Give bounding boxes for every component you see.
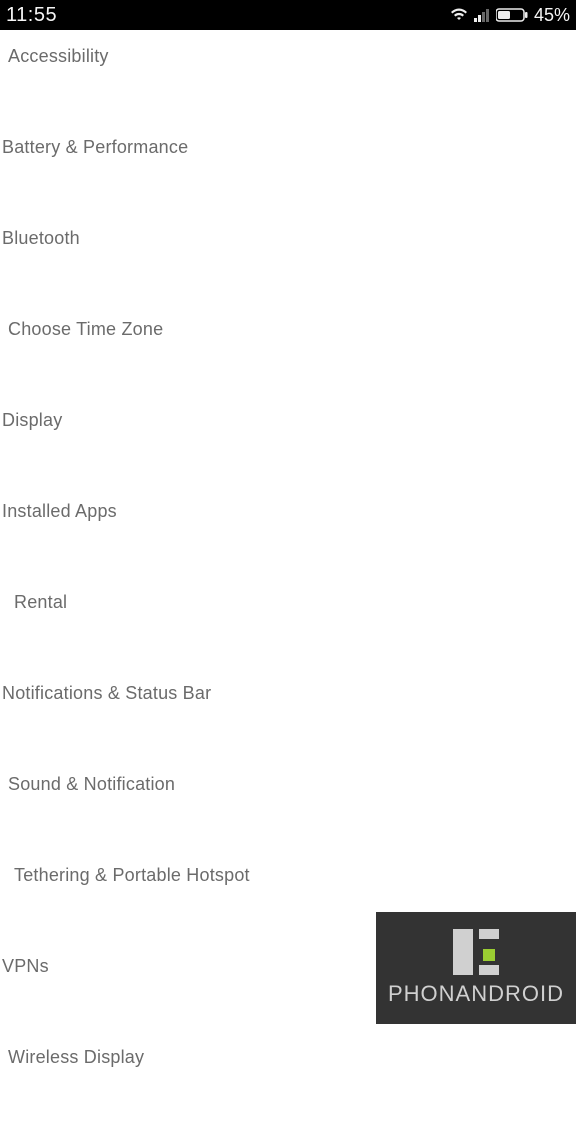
- settings-item-label: Sound & Notification: [8, 774, 175, 794]
- settings-item-choose-time-zone[interactable]: Choose Time Zone: [0, 305, 576, 396]
- settings-item-label: Installed Apps: [2, 501, 117, 521]
- settings-item-accessibility[interactable]: Accessibility: [0, 32, 576, 123]
- clock: 11:55: [6, 4, 57, 27]
- status-bar: 11:55 45%: [0, 0, 576, 30]
- settings-item-label: Display: [2, 410, 62, 430]
- settings-item-label: Rental: [14, 592, 67, 612]
- wifi-icon: [450, 8, 468, 22]
- settings-item-wireless-display[interactable]: Wireless Display: [0, 1033, 576, 1124]
- settings-item-rental[interactable]: Rental: [0, 578, 576, 669]
- settings-item-display[interactable]: Display: [0, 396, 576, 487]
- battery-icon: [496, 8, 528, 22]
- settings-item-label: Battery & Performance: [2, 137, 188, 157]
- signal-icon: [474, 8, 490, 22]
- status-bar-left: 11:55: [6, 4, 57, 27]
- settings-item-label: Tethering & Portable Hotspot: [14, 865, 250, 885]
- settings-item-sound-notification[interactable]: Sound & Notification: [0, 760, 576, 851]
- settings-item-installed-apps[interactable]: Installed Apps: [0, 487, 576, 578]
- settings-item-label: Accessibility: [8, 46, 109, 66]
- settings-item-label: Choose Time Zone: [8, 319, 163, 339]
- settings-item-label: Notifications & Status Bar: [2, 683, 211, 703]
- watermark-overlay: PHONANDROID: [376, 912, 576, 1024]
- watermark-text: PHONANDROID: [388, 981, 564, 1007]
- settings-item-label: VPNs: [2, 956, 49, 976]
- settings-item-label: Wireless Display: [8, 1047, 144, 1067]
- phonandroid-logo-icon: [453, 929, 499, 975]
- battery-percentage: 45%: [534, 5, 570, 26]
- settings-item-label: Bluetooth: [2, 228, 80, 248]
- status-bar-right: 45%: [450, 5, 570, 26]
- settings-item-notifications-status-bar[interactable]: Notifications & Status Bar: [0, 669, 576, 760]
- settings-item-bluetooth[interactable]: Bluetooth: [0, 214, 576, 305]
- settings-item-battery-performance[interactable]: Battery & Performance: [0, 123, 576, 214]
